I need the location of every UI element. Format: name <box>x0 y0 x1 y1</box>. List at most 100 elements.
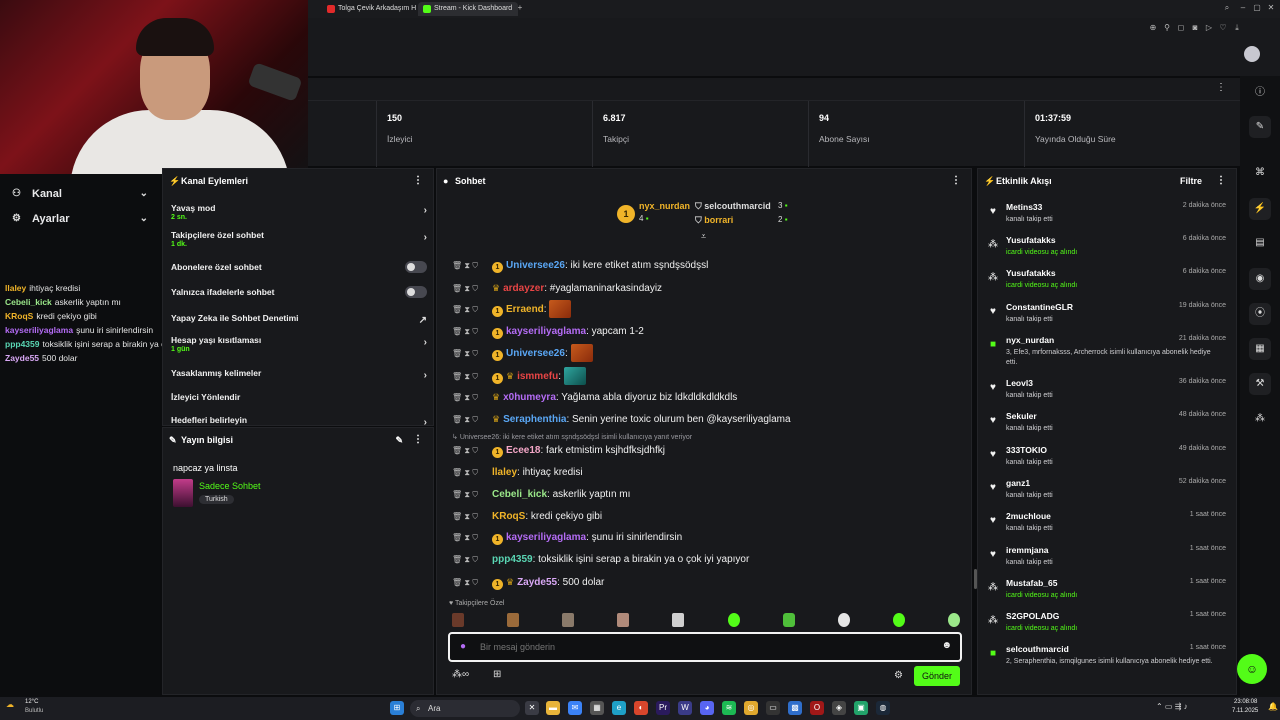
mod-actions-icon[interactable]: 🗑 ⧗ ⛉ <box>452 300 492 320</box>
followers-only-row[interactable]: Takipçilere özel sohbet 1 dk. › <box>171 230 427 248</box>
file-explorer-icon[interactable]: ▬ <box>546 701 560 715</box>
help-chat-icon[interactable]: ☺ <box>1237 654 1267 684</box>
clipboard-icon[interactable]: ▤ <box>1249 232 1271 254</box>
layout-icon[interactable]: ▦ <box>1249 338 1271 360</box>
zoom-icon[interactable]: ⊕ <box>1148 23 1158 33</box>
chat-username[interactable]: ismmefu <box>517 371 558 382</box>
mod-actions-icon[interactable]: 🗑 ⧗ ⛉ <box>452 550 492 570</box>
subscribers-only-toggle[interactable] <box>405 261 427 273</box>
activity-event[interactable]: ■ nyx_nurdan 3, Efe3, mrfornaksss, Archerr… <box>986 333 1230 367</box>
broadcast-icon[interactable]: ⦿ <box>1249 303 1271 325</box>
windows-start-icon[interactable]: ⊞ <box>390 701 404 715</box>
activity-event[interactable]: ⁂ S2GPOLADG icardi videosu aç alındı 1 saat… <box>986 609 1230 643</box>
play-icon[interactable]: ▷ <box>1204 23 1214 33</box>
premiere-icon[interactable]: Pr <box>656 701 670 715</box>
steam-icon[interactable]: ◍ <box>876 701 890 715</box>
emote-item[interactable] <box>893 613 905 627</box>
emote-item[interactable] <box>783 613 795 627</box>
activity-event[interactable]: ♥ Metins33 kanalı takip etti 2 dakika önce <box>986 200 1230 234</box>
activity-event[interactable]: ⁂ Yusufatakks icardi videosu aç alındı 6 da… <box>986 233 1230 267</box>
microphone-icon[interactable]: ● <box>460 641 466 652</box>
activity-event[interactable]: ⁂ Yusufatakks icardi videosu aç alındı 6 da… <box>986 266 1230 300</box>
edit-icon[interactable]: ✎ <box>1249 116 1271 138</box>
channel-points-icon[interactable]: ⁂ <box>1249 408 1271 430</box>
activity-event[interactable]: ♥ 333TOKIO kanalı takip etti 49 dakika önce <box>986 443 1230 477</box>
mod-actions-icon[interactable]: 🗑 ⧗ ⛉ <box>452 463 492 483</box>
emote-item[interactable] <box>728 613 740 627</box>
ai-moderation-row[interactable]: Yapay Zeka ile Sohbet Denetimi ↗ <box>171 313 427 326</box>
channel-points-icon[interactable]: ⁂∞ <box>452 669 469 680</box>
edit-icon[interactable]: ✎ <box>395 428 403 452</box>
mod-actions-icon[interactable]: 🗑 ⧗ ⛉ <box>452 322 492 342</box>
chat-username[interactable]: KRoqS <box>492 511 525 522</box>
emoji-icon[interactable]: ☻ <box>941 640 952 651</box>
app-icon[interactable]: ▣ <box>854 701 868 715</box>
chrome-icon[interactable]: ◎ <box>744 701 758 715</box>
activity-event[interactable]: ⁂ Mustafab_65 icardi videosu aç alındı 1 sa… <box>986 576 1230 610</box>
chat-username[interactable]: Ecee18 <box>506 445 540 456</box>
chat-username[interactable]: Seraphenthia <box>503 414 566 425</box>
mail-icon[interactable]: ✉ <box>568 701 582 715</box>
emote-item[interactable] <box>562 613 574 627</box>
category-thumbnail[interactable] <box>173 479 193 507</box>
close-icon[interactable]: ✕ <box>1266 3 1276 13</box>
minimize-icon[interactable]: – <box>1238 3 1248 13</box>
top-gifter-name[interactable]: borrari <box>704 215 733 225</box>
emote-item[interactable] <box>617 613 629 627</box>
activity-event[interactable]: ♥ Leovl3 kanalı takip etti 36 dakika önce <box>986 376 1230 410</box>
mod-actions-icon[interactable]: 🗑 ⧗ ⛉ <box>452 388 492 408</box>
chat-username[interactable]: Erraend <box>506 304 544 315</box>
chat-message-input[interactable] <box>480 638 920 656</box>
browser-tab-youtube[interactable]: Tolga Çevik Arkadaşım H <box>322 2 422 16</box>
info-icon[interactable]: ⓘ <box>1249 82 1271 104</box>
emote-item[interactable] <box>672 613 684 627</box>
mod-actions-icon[interactable]: 🗑 ⧗ ⛉ <box>452 410 492 430</box>
activity-event[interactable]: ♥ iremmjana kanalı takip etti 1 saat önce <box>986 543 1230 577</box>
filter-button[interactable]: Filtre <box>1180 169 1202 193</box>
top-gifter-name[interactable]: selcouthmarcid <box>704 201 771 211</box>
mod-actions-icon[interactable]: 🗑 ⧗ ⛉ <box>452 279 492 299</box>
activity-event[interactable]: ■ selcouthmarcid 2, Seraphenthia, ismqilgu… <box>986 642 1230 676</box>
activity-event[interactable]: ♥ 2muchloue kanalı takip etti 1 saat önce <box>986 509 1230 543</box>
xbox-icon[interactable]: ✕ <box>525 701 539 715</box>
office-icon[interactable]: ◐ <box>634 701 648 715</box>
chat-username[interactable]: x0humeyra <box>503 392 556 403</box>
chat-username[interactable]: ardayzer <box>503 283 544 294</box>
tray-icons[interactable]: ⌃ ▭ ⇶ ♪ <box>1156 702 1188 711</box>
emote-item[interactable] <box>948 613 960 627</box>
opera-icon[interactable]: O <box>810 701 824 715</box>
chat-username[interactable]: Universee26 <box>506 348 565 359</box>
chat-username[interactable]: llaley <box>492 467 517 478</box>
gift-icon[interactable]: ⊞ <box>493 669 501 680</box>
sidebar-item-ayarlar[interactable]: ⚙ Ayarlar ⌄ <box>0 207 160 231</box>
terminal-icon[interactable]: ▭ <box>766 701 780 715</box>
top-gifter-name[interactable]: nyx_nurdan <box>639 201 690 211</box>
more-icon[interactable]: ⋮ <box>1216 82 1226 93</box>
account-age-row[interactable]: Hesap yaşı kısıtlaması 1 gün › <box>171 335 427 353</box>
app-icon[interactable]: ◈ <box>832 701 846 715</box>
tag-badge[interactable]: Turkish <box>199 495 234 504</box>
spotify-icon[interactable]: ≋ <box>722 701 736 715</box>
photos-icon[interactable]: ▩ <box>788 701 802 715</box>
emote-item[interactable] <box>838 613 850 627</box>
sidebar-item-kanal[interactable]: ⚇ Kanal ⌄ <box>0 182 160 206</box>
mod-actions-icon[interactable]: 🗑 ⧗ ⛉ <box>452 485 492 505</box>
chat-username[interactable]: kayseriliyaglama <box>506 326 586 337</box>
mod-actions-icon[interactable]: 🗑 ⧗ ⛉ <box>452 344 492 364</box>
raid-row[interactable]: İzleyici Yönlendir <box>171 392 427 402</box>
activity-event[interactable]: ♥ ganz1 kanalı takip etti 52 dakika önce <box>986 476 1230 510</box>
mod-actions-icon[interactable]: 🗑 ⧗ ⛉ <box>452 441 492 461</box>
maximize-icon[interactable]: ▢ <box>1252 3 1262 13</box>
mod-actions-icon[interactable]: 🗑 ⧗ ⛉ <box>452 507 492 527</box>
heart-outline-icon[interactable]: ♡ <box>1218 23 1228 33</box>
bolt-icon[interactable]: ⚡ <box>1249 198 1271 220</box>
emote-item[interactable] <box>507 613 519 627</box>
more-icon[interactable]: ⋮ <box>413 169 423 193</box>
chat-username[interactable]: Universee26 <box>506 260 565 271</box>
chat-username[interactable]: Zayde55 <box>517 577 557 588</box>
calculator-icon[interactable]: ▦ <box>590 701 604 715</box>
edge-icon[interactable]: e <box>612 701 626 715</box>
wrench-icon[interactable]: ⚒ <box>1249 373 1271 395</box>
more-icon[interactable]: ⋮ <box>413 428 423 452</box>
mod-actions-icon[interactable]: 🗑 ⧗ ⛉ <box>452 256 492 276</box>
